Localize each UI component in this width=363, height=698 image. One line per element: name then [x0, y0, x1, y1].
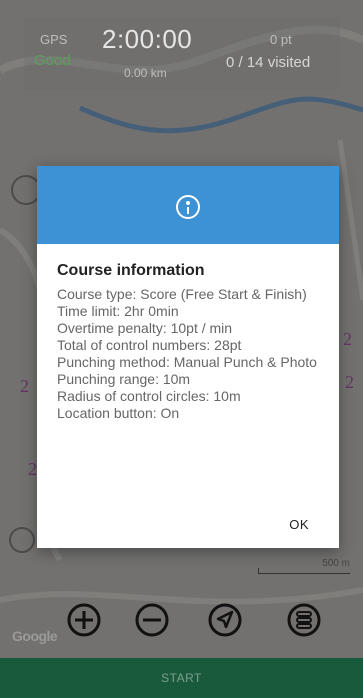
location-button-setting: Location button: On	[57, 405, 180, 421]
menu-button[interactable]	[284, 600, 324, 640]
scale-bar	[258, 568, 350, 574]
list-circle-icon	[287, 603, 321, 637]
gps-status: Good	[34, 52, 71, 69]
control-circle-radius: Radius of control circles: 10m	[57, 388, 241, 404]
start-button[interactable]: START	[0, 658, 363, 698]
info-icon	[176, 195, 200, 219]
course-info-dialog: Course information Course type: Score (F…	[37, 166, 339, 548]
punching-range: Punching range: 10m	[57, 371, 191, 387]
dialog-body: Course type: Score (Free Start & Finish)…	[57, 286, 327, 422]
navigation-arrow-icon	[208, 603, 242, 637]
dialog-header	[37, 166, 339, 244]
distance: 0.00 km	[124, 66, 167, 80]
minus-circle-icon	[135, 603, 169, 637]
map-scale: 500 m	[258, 558, 350, 576]
punching-method: Punching method: Manual Punch & Photo	[57, 354, 317, 370]
ok-button[interactable]: OK	[289, 517, 309, 532]
course-type: Course type: Score (Free Start & Finish)	[57, 286, 307, 302]
zoom-in-button[interactable]	[64, 600, 104, 640]
status-panel: GPS Good 2:00:00 0.00 km 0 pt 0 / 14 vis…	[24, 18, 340, 90]
points: 0 pt	[270, 32, 292, 47]
locate-button[interactable]	[205, 600, 245, 640]
total-control-numbers: Total of control numbers: 28pt	[57, 337, 242, 353]
dialog-title: Course information	[57, 262, 205, 279]
plus-circle-icon	[67, 603, 101, 637]
zoom-out-button[interactable]	[132, 600, 172, 640]
google-logo: Google	[12, 628, 58, 644]
overtime-penalty: Overtime penalty: 10pt / min	[57, 320, 233, 336]
visited-count: 0 / 14 visited	[226, 54, 311, 71]
time-limit: Time limit: 2hr 0min	[57, 303, 179, 319]
gps-label: GPS	[40, 32, 68, 47]
timer: 2:00:00	[102, 24, 193, 54]
